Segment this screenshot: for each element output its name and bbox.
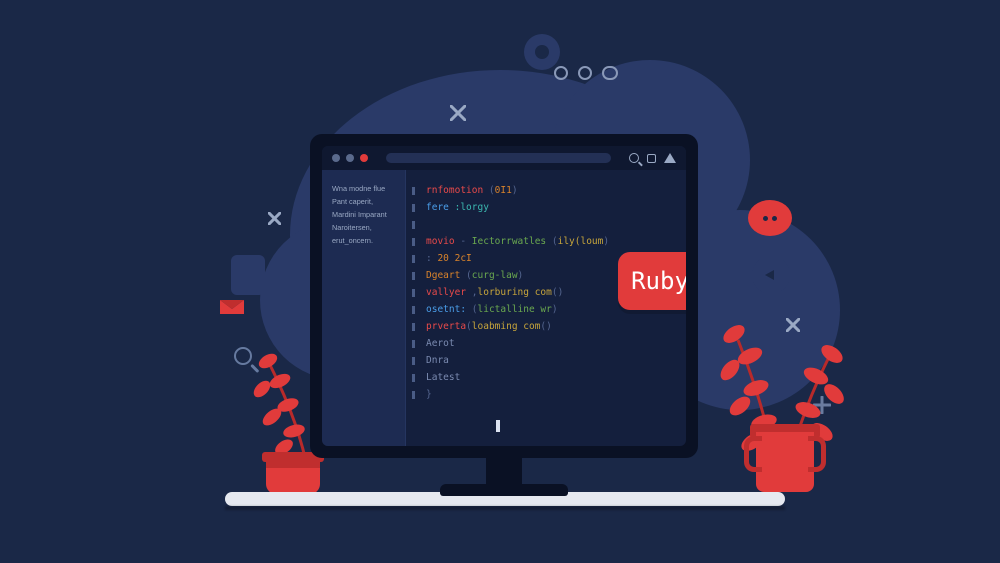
- code-line: }: [406, 386, 686, 403]
- document-icon: [231, 255, 265, 295]
- close-dot-icon: [332, 154, 340, 162]
- address-bar: [386, 153, 611, 163]
- arrow-icon: [752, 256, 790, 294]
- code-text: osetnt: (lictalline wr): [426, 301, 558, 318]
- editor-sidebar: Wna modne flue Pant caperit, Mardini Imp…: [322, 170, 406, 446]
- code-text: movio - Iectorrwatles (ily(loum): [426, 233, 609, 250]
- sidebar-line: erut_oncern.: [332, 236, 395, 247]
- code-line: fere :lorgy: [406, 199, 686, 216]
- panel-icon: [647, 154, 656, 163]
- sidebar-line: Naroitersen,: [332, 223, 395, 234]
- code-text: : 20 2cI: [426, 250, 472, 267]
- code-line: movio - Iectorrwatles (ily(loum): [406, 233, 686, 250]
- code-line: rnfomotion (0I1): [406, 182, 686, 199]
- code-text: rnfomotion (0I1): [426, 182, 518, 199]
- code-line: [406, 216, 686, 233]
- cursor-icon: [496, 420, 500, 432]
- ruby-badge: Ruby: [618, 252, 686, 310]
- code-line: prverta(loabming com(): [406, 318, 686, 335]
- minimize-dot-icon: [346, 154, 354, 162]
- sidebar-line: Mardini Imparant: [332, 210, 395, 221]
- code-text: fere :lorgy: [426, 199, 489, 216]
- code-text: prverta(loabming com(): [426, 318, 552, 335]
- ruby-badge-label: Ruby: [631, 273, 686, 290]
- code-text: Aerot: [426, 335, 455, 352]
- dot-row-icon: [554, 66, 618, 80]
- code-line: Aerot: [406, 335, 686, 352]
- code-line: Latest: [406, 369, 686, 386]
- plant-pot-handle: [744, 436, 762, 472]
- sidebar-line: Pant caperit,: [332, 197, 395, 208]
- editor-window: Wna modne flue Pant caperit, Mardini Imp…: [322, 146, 686, 446]
- sidebar-line: Wna modne flue: [332, 184, 395, 195]
- menu-icon: [664, 153, 676, 163]
- code-text: Dnra: [426, 352, 449, 369]
- code-text: Latest: [426, 369, 460, 386]
- code-text: vallyer ,lorburing com(): [426, 284, 563, 301]
- plant-pot: [266, 460, 320, 494]
- traffic-lights: [332, 154, 368, 162]
- monitor: Wna modne flue Pant caperit, Mardini Imp…: [310, 134, 698, 458]
- monitor-stand: [440, 484, 568, 496]
- chat-icon: [748, 200, 792, 236]
- x-icon: [450, 105, 466, 121]
- plant-pot-handle: [808, 436, 826, 472]
- code-line: Dnra: [406, 352, 686, 369]
- code-text: }: [426, 386, 432, 403]
- envelope-icon: [218, 297, 246, 317]
- gear-icon: [524, 34, 560, 70]
- zoom-dot-icon: [360, 154, 368, 162]
- x-icon: [268, 212, 281, 225]
- code-text: Dgeart (curg-law): [426, 267, 523, 284]
- code-editor: Ruby rnfomotion (0I1)fere :lorgy movio - …: [406, 170, 686, 446]
- plant-pot: [756, 432, 814, 492]
- window-titlebar: [322, 146, 686, 170]
- search-icon: [629, 153, 639, 163]
